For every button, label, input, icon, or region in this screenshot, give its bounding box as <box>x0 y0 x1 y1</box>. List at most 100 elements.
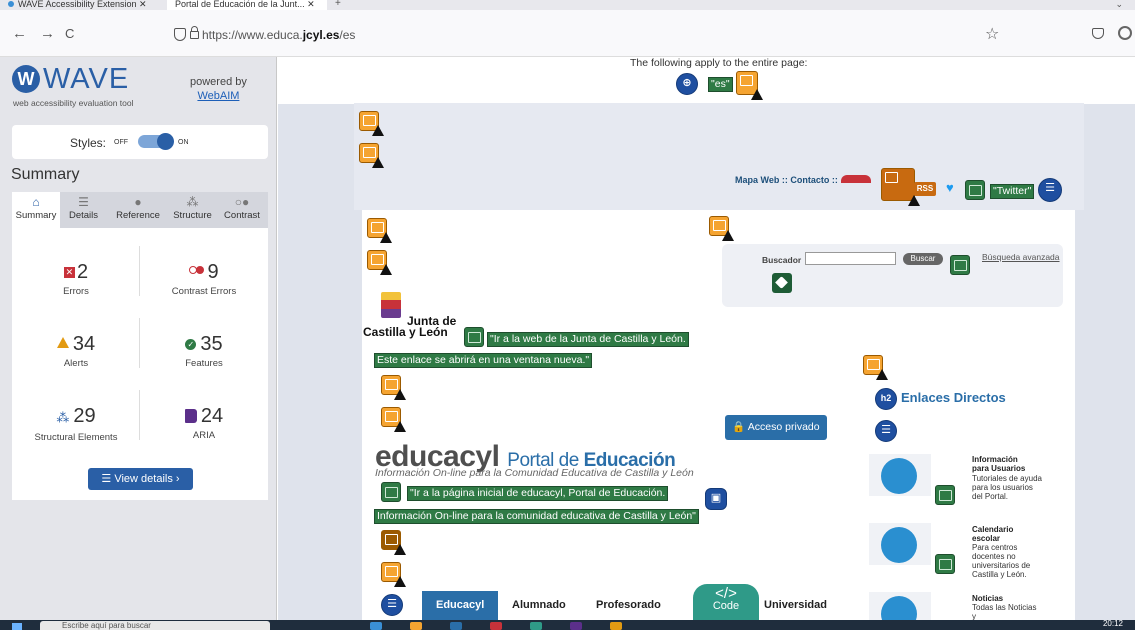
aria-landmark-icon[interactable]: ▣ <box>705 488 727 510</box>
alert-icon[interactable] <box>381 375 406 400</box>
browser-tab-wave[interactable]: WAVE Accessibility Extension ✕ <box>8 0 163 10</box>
buscar-button[interactable]: Buscar <box>903 253 943 265</box>
list-icon[interactable]: ☰ <box>381 594 403 616</box>
code-badge[interactable]: </> Code <box>693 584 759 620</box>
language-label[interactable]: "es" <box>708 77 733 92</box>
browser-tab-portal[interactable]: Portal de Educación de la Junt... ✕ <box>167 0 327 10</box>
clock: 20:12 <box>1102 620 1123 628</box>
block-title[interactable]: Noticias <box>972 594 1032 603</box>
error-icon[interactable] <box>841 175 871 183</box>
globe-icon[interactable]: ⊕ <box>676 73 698 95</box>
address-bar[interactable]: https://www.educa.jcyl.es/es <box>168 24 1013 46</box>
acceso-privado-button[interactable]: 🔒 Acceso privado <box>725 415 827 440</box>
reload-button[interactable]: C <box>65 26 74 42</box>
search-input[interactable] <box>805 252 896 265</box>
tab-structure[interactable]: ⁂ Structure <box>169 192 216 228</box>
tab-contrast[interactable]: ○● Contrast <box>216 192 268 228</box>
alert-icon[interactable] <box>359 111 384 136</box>
stat-errors[interactable]: ✕ 2 Errors <box>12 260 140 297</box>
alert-icon[interactable] <box>863 355 888 380</box>
navigation-toolbar: ← → C https://www.educa.jcyl.es/es ☆ <box>0 10 1135 57</box>
taskbar-app-icon[interactable] <box>530 622 542 630</box>
link-image-icon[interactable] <box>464 327 484 347</box>
twitter-icon[interactable]: ♥ <box>946 181 960 195</box>
heading-h2-icon[interactable]: h2 <box>875 388 897 410</box>
taskbar-search-input[interactable]: Escribe aquí para buscar <box>40 621 270 630</box>
info-users-image[interactable] <box>869 454 931 496</box>
alert-icon[interactable] <box>381 407 406 432</box>
stat-aria[interactable]: 24 ARIA <box>140 404 268 441</box>
image-alt-icon[interactable] <box>935 485 955 505</box>
tab-reference[interactable]: ● Reference <box>107 192 169 228</box>
contrast-error-icon <box>189 266 205 274</box>
taskbar-app-icon[interactable] <box>490 622 502 630</box>
stat-contrast-errors[interactable]: 9 Contrast Errors <box>140 260 268 297</box>
calendar-image[interactable] <box>869 523 931 565</box>
forward-button[interactable]: → <box>40 26 55 42</box>
block-title[interactable]: Calendario escolar <box>972 525 1032 543</box>
info-icon: ● <box>134 195 142 209</box>
alert-icon[interactable] <box>709 216 734 241</box>
alert-document-icon[interactable] <box>736 71 763 100</box>
twitter-alt-text[interactable]: "Twitter" <box>990 184 1035 199</box>
menu-item-profesorado[interactable]: Profesorado <box>596 591 661 620</box>
top-links[interactable]: Mapa Web :: Contacto :: <box>735 175 838 185</box>
menu-item-alumnado[interactable]: Alumnado <box>512 591 566 620</box>
styles-on-label: ON <box>178 139 189 146</box>
new-tab-button[interactable]: + <box>335 0 341 9</box>
megaphone-icon <box>881 596 917 620</box>
image-alt-icon[interactable] <box>935 554 955 574</box>
alert-icon[interactable] <box>359 143 384 168</box>
tracking-shield-icon[interactable] <box>174 28 186 41</box>
image-alt-icon[interactable] <box>965 180 985 200</box>
stat-structural[interactable]: ⁂ 29 Structural Elements <box>12 404 140 443</box>
stat-features[interactable]: ✓ 35 Features <box>140 332 268 369</box>
wave-extension-icon[interactable] <box>1118 26 1132 40</box>
summary-heading: Summary <box>11 166 80 183</box>
list-icon[interactable]: ☰ <box>875 420 897 442</box>
edu-alt-text-1[interactable]: "Ir a la página inicial de educacyl, Por… <box>407 486 669 501</box>
tab-details[interactable]: ☰ Details <box>60 192 107 228</box>
taskbar-app-icon[interactable] <box>570 622 582 630</box>
styles-toggle[interactable] <box>138 133 174 150</box>
windows-start-icon[interactable] <box>12 623 22 630</box>
menu-item-universidad[interactable]: Universidad <box>764 591 827 620</box>
wave-sidebar: W WAVE web accessibility evaluation tool… <box>0 57 277 620</box>
stat-alerts[interactable]: 34 Alerts <box>12 332 140 369</box>
news-image[interactable] <box>869 592 931 620</box>
junta-alt-text-1[interactable]: "Ir a la web de la Junta de Castilla y L… <box>487 332 689 347</box>
alert-document-icon[interactable] <box>381 530 406 555</box>
list-icon[interactable]: ☰ <box>1038 178 1062 202</box>
taskbar-app-icon[interactable] <box>410 622 422 630</box>
junta-logo-text[interactable]: Junta de Castilla y León <box>363 315 456 338</box>
view-details-button[interactable]: ☰ View details › <box>88 468 193 490</box>
error-icon: ✕ <box>63 267 75 278</box>
home-icon: ⌂ <box>32 195 40 209</box>
block-desc: Todas las Noticias y <box>972 603 1037 620</box>
block-desc: Tutoriales de ayuda para los usuarios de… <box>972 474 1042 501</box>
pocket-icon[interactable] <box>1092 28 1104 39</box>
tab-summary[interactable]: ⌂ Summary <box>12 192 60 228</box>
back-button[interactable]: ← <box>12 26 27 42</box>
alert-icon[interactable] <box>381 562 406 587</box>
block-title[interactable]: Información para Usuarios <box>972 455 1032 473</box>
bookmark-star-icon[interactable]: ☆ <box>985 24 999 44</box>
tab-list-chevron-icon[interactable]: ⌄ <box>1115 0 1123 9</box>
taskbar-app-icon[interactable] <box>610 622 622 630</box>
alert-icon[interactable] <box>881 168 920 206</box>
label-tag-icon[interactable] <box>772 273 792 293</box>
alert-icon[interactable] <box>367 218 392 243</box>
advanced-search-link[interactable]: Búsqueda avanzada <box>982 252 1060 262</box>
taskbar-app-icon[interactable] <box>370 622 382 630</box>
applies-text: The following apply to the entire page: <box>630 57 808 69</box>
image-alt-icon[interactable] <box>950 255 970 275</box>
link-image-icon[interactable] <box>381 482 401 502</box>
menu-item-educacyl[interactable]: Educacyl <box>422 591 499 620</box>
rss-icon[interactable]: RSS <box>914 182 936 196</box>
alert-icon[interactable] <box>367 250 392 275</box>
lock-icon[interactable] <box>190 26 199 39</box>
taskbar-app-icon[interactable] <box>450 622 462 630</box>
edu-alt-text-2[interactable]: Información On-line para la comunidad ed… <box>374 509 699 524</box>
webaim-link[interactable]: WebAIM <box>190 89 247 103</box>
junta-alt-text-2[interactable]: Este enlace se abrirá en una ventana nue… <box>374 353 593 368</box>
